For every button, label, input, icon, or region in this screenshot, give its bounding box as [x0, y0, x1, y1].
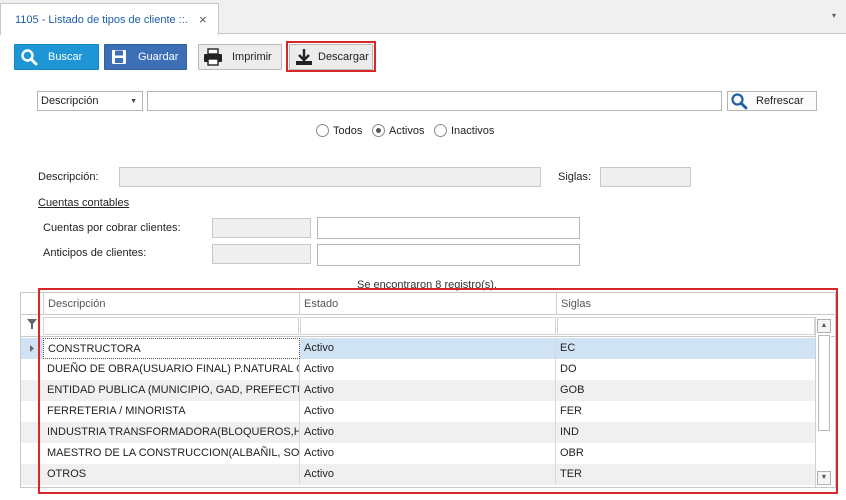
receivable-code-field[interactable] — [212, 218, 311, 238]
search-button-label: Buscar — [48, 51, 83, 63]
download-button[interactable]: Descargar — [289, 44, 373, 70]
radio-circle[interactable] — [372, 124, 385, 137]
radio-active[interactable]: Activos — [372, 124, 424, 137]
radio-inactive[interactable]: Inactivos — [434, 124, 494, 137]
radio-circle[interactable] — [434, 124, 447, 137]
search-input[interactable] — [147, 91, 722, 111]
radio-active-label: Activos — [389, 124, 425, 137]
field-select-value: Descripción — [41, 95, 99, 107]
tab-title: 1105 - Listado de tipos de cliente ::. — [15, 14, 188, 26]
chevron-down-icon: ▼ — [130, 98, 137, 105]
advances-label: Anticipos de clientes: — [43, 247, 147, 259]
search-icon — [730, 92, 748, 110]
refresh-button-label: Refrescar — [756, 95, 804, 107]
filter-icon — [27, 319, 37, 332]
save-button-label: Guardar — [138, 51, 179, 63]
advances-name-field[interactable] — [317, 244, 580, 266]
tab-tipos-cliente[interactable]: 1105 - Listado de tipos de cliente ::. × — [0, 3, 219, 35]
radio-inactive-label: Inactivos — [451, 124, 495, 137]
radio-all[interactable]: Todos — [316, 124, 362, 137]
download-icon — [293, 46, 315, 68]
description-field[interactable] — [119, 167, 541, 187]
printer-icon — [202, 46, 224, 68]
receivable-label: Cuentas por cobrar clientes: — [43, 222, 181, 234]
print-button-label: Imprimir — [232, 51, 272, 63]
download-button-label: Descargar — [318, 51, 369, 63]
print-button[interactable]: Imprimir — [198, 44, 282, 70]
field-select[interactable]: Descripción ▼ — [37, 91, 143, 111]
radio-circle[interactable] — [316, 124, 329, 137]
grid-highlight — [38, 288, 838, 494]
save-button[interactable]: Guardar — [104, 44, 187, 70]
radio-all-label: Todos — [333, 124, 363, 137]
receivable-name-field[interactable] — [317, 217, 580, 239]
siglas-label: Siglas: — [558, 171, 592, 183]
accounts-section-title: Cuentas contables — [38, 197, 130, 209]
floppy-disk-icon — [108, 46, 130, 68]
siglas-field[interactable] — [600, 167, 691, 187]
search-icon — [18, 46, 40, 68]
search-button[interactable]: Buscar — [14, 44, 99, 70]
close-icon[interactable]: × — [199, 12, 207, 27]
refresh-button[interactable]: Refrescar — [727, 91, 817, 111]
advances-code-field[interactable] — [212, 244, 311, 264]
chevron-down-icon[interactable]: ▾ — [832, 11, 836, 20]
description-label: Descripción: — [38, 171, 99, 183]
